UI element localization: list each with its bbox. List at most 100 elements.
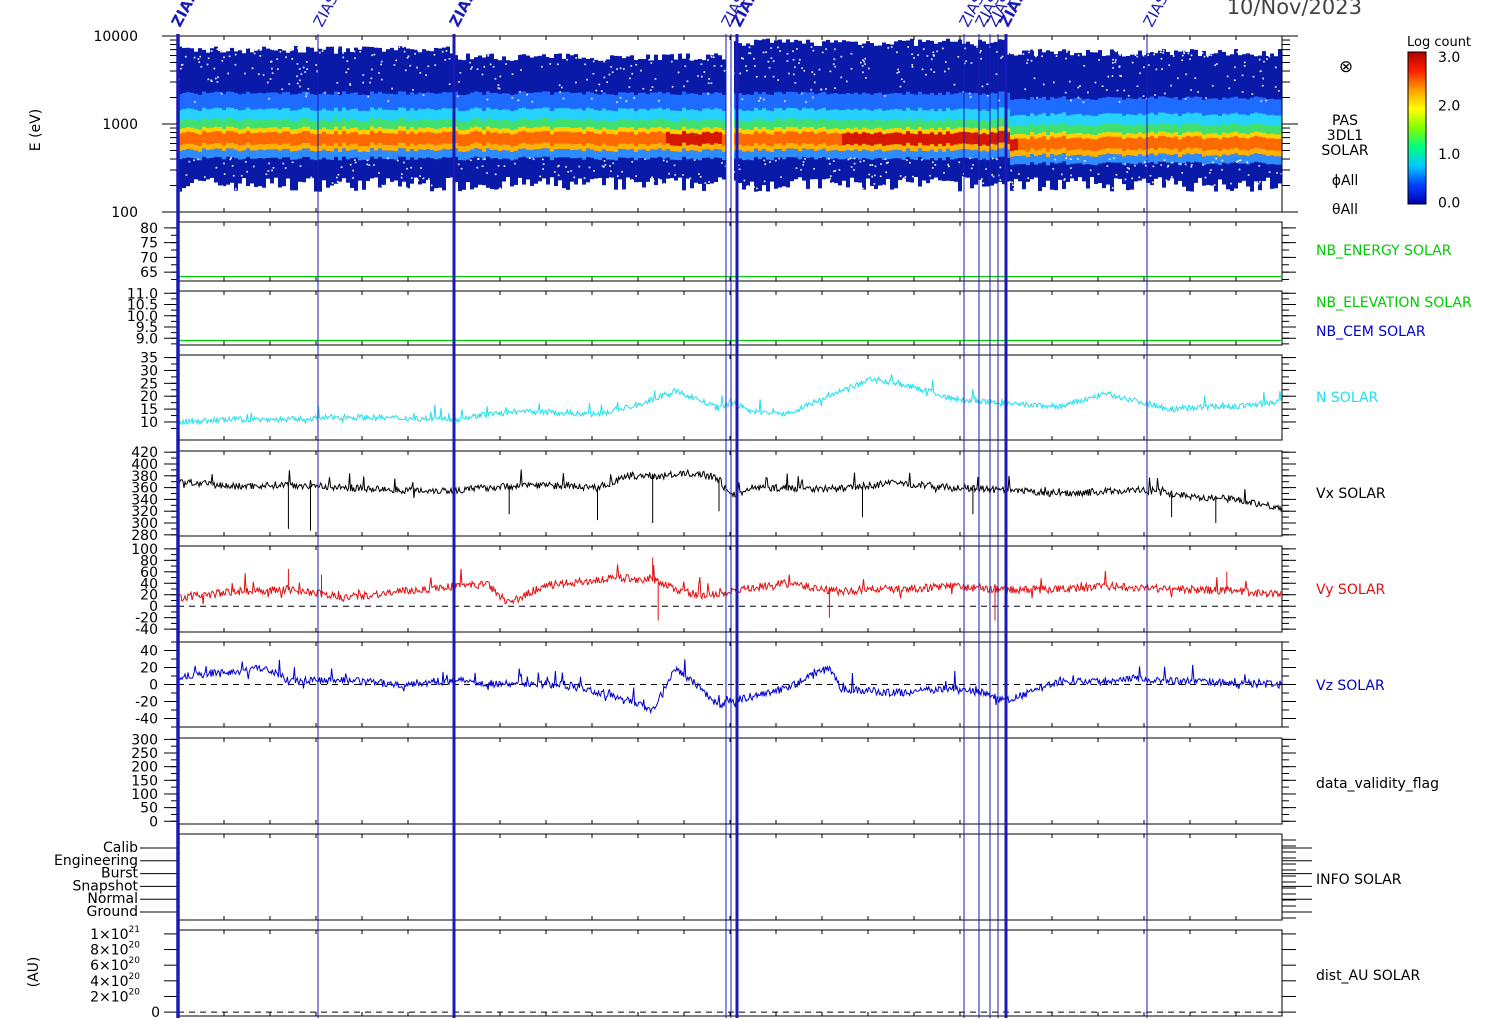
spectrogram-band bbox=[1206, 155, 1210, 165]
spectrogram-band bbox=[210, 108, 214, 121]
spectrogram-band bbox=[246, 118, 250, 128]
spectrogram-band bbox=[1022, 155, 1026, 165]
spectrogram-band bbox=[494, 143, 498, 150]
spectrogram-band bbox=[1058, 124, 1062, 134]
spectrogram-band bbox=[198, 121, 202, 131]
spectrogram-band bbox=[606, 145, 610, 152]
spectrogram-speckle bbox=[1147, 64, 1150, 66]
spectrogram-band bbox=[718, 108, 722, 121]
spectrogram-speckle bbox=[1181, 54, 1184, 57]
spectrogram-band bbox=[322, 108, 326, 121]
spectrogram-band bbox=[762, 118, 766, 128]
spectrogram-band bbox=[1274, 138, 1278, 151]
spectrogram-band bbox=[666, 131, 670, 144]
spectrogram-band bbox=[1226, 137, 1230, 150]
spectrogram-band bbox=[346, 133, 350, 146]
spectrogram-band bbox=[802, 107, 806, 120]
spectrogram-speckle bbox=[486, 98, 489, 101]
spectrogram-band bbox=[1014, 150, 1018, 157]
spectrogram-band bbox=[290, 121, 294, 131]
spectrogram-band bbox=[422, 150, 426, 159]
spectrogram-band bbox=[1022, 138, 1026, 150]
spectrogram-speckle bbox=[497, 84, 500, 86]
spectrogram-band bbox=[1202, 115, 1206, 128]
spectrogram-speckle bbox=[995, 73, 998, 75]
spectrogram-band bbox=[742, 110, 746, 123]
spectrogram-band bbox=[1102, 136, 1106, 149]
spectrogram-band bbox=[702, 127, 706, 133]
spectrogram-speckle bbox=[684, 65, 687, 67]
spectrogram-band bbox=[494, 108, 498, 121]
spectrogram-speckle bbox=[184, 55, 187, 58]
spectrogram-band bbox=[718, 132, 722, 144]
spectrogram-band bbox=[690, 128, 694, 134]
spectrogram-band bbox=[562, 143, 566, 150]
spectrogram-band bbox=[918, 131, 922, 143]
spectrogram-speckle bbox=[753, 186, 755, 188]
spectrogram-speckle bbox=[873, 174, 876, 177]
spectrogram-band bbox=[922, 120, 926, 131]
spectrogram-band bbox=[350, 149, 354, 159]
spectrogram-band bbox=[478, 149, 482, 158]
spectrogram-band bbox=[674, 134, 678, 146]
spectrogram-band bbox=[750, 151, 754, 161]
spectrogram-band bbox=[1178, 151, 1182, 158]
spectrogram-band bbox=[842, 110, 846, 122]
spectrogram-speckle bbox=[476, 166, 479, 169]
spectrogram-band bbox=[194, 120, 198, 130]
spectrogram-speckle bbox=[677, 71, 680, 74]
spectrogram-speckle bbox=[957, 55, 960, 58]
spectrogram-speckle bbox=[371, 68, 373, 71]
spectrogram-band bbox=[1054, 133, 1058, 139]
spectrogram-speckle bbox=[1030, 59, 1033, 62]
spectrogram-band bbox=[770, 152, 774, 161]
spectrogram-band bbox=[398, 148, 402, 157]
spectrogram-angle-label: ϕAll bbox=[1332, 173, 1359, 189]
spectrogram-band bbox=[198, 146, 202, 152]
spectrogram-speckle bbox=[756, 187, 758, 190]
spectrogram-band bbox=[1270, 155, 1274, 165]
spectrogram-speckle bbox=[483, 55, 485, 58]
spectrogram-band bbox=[446, 108, 450, 121]
spectrogram-speckle bbox=[972, 164, 974, 166]
spectrogram-speckle bbox=[489, 63, 492, 66]
spectrogram-speckle bbox=[469, 61, 471, 64]
spectrogram-band bbox=[886, 120, 890, 130]
spectrogram-speckle bbox=[794, 82, 797, 84]
spectrogram-speckle bbox=[707, 59, 709, 61]
spectrogram-speckle bbox=[1212, 161, 1214, 164]
spectrogram-band bbox=[258, 108, 262, 121]
spectrogram-band bbox=[1110, 148, 1114, 155]
spectrogram-band bbox=[402, 148, 406, 157]
spectrogram-band bbox=[382, 120, 386, 130]
spectrogram-band bbox=[374, 128, 378, 134]
spectrogram-band bbox=[878, 143, 882, 150]
spectrogram-band bbox=[878, 119, 882, 129]
spectrogram-speckle bbox=[797, 184, 800, 186]
spectrogram-band bbox=[1278, 138, 1282, 151]
spectrogram-band bbox=[266, 127, 270, 133]
spectrogram-band bbox=[550, 151, 554, 161]
spectrogram-speckle bbox=[683, 85, 685, 88]
spectrogram-speckle bbox=[336, 176, 338, 179]
spectrogram-band bbox=[266, 119, 270, 129]
spectrogram-band bbox=[418, 108, 422, 121]
spectrogram-band bbox=[198, 129, 202, 136]
spectrogram-band bbox=[710, 128, 714, 134]
spectrogram-speckle bbox=[1035, 55, 1037, 58]
spectrogram-band bbox=[1238, 124, 1242, 135]
spectrogram-band bbox=[1054, 137, 1058, 150]
spectrogram-band bbox=[706, 108, 710, 121]
spectrogram-band bbox=[826, 133, 830, 146]
spectrogram-band bbox=[810, 131, 814, 144]
spectrogram-band bbox=[934, 121, 938, 131]
spectrogram-band bbox=[518, 118, 522, 129]
spectrogram-band bbox=[746, 151, 750, 160]
spectrogram-band bbox=[214, 148, 218, 157]
spectrogram-speckle bbox=[913, 191, 916, 194]
spectrogram-band bbox=[342, 142, 346, 149]
spectrogram-band bbox=[1046, 156, 1050, 166]
spectrogram-speckle bbox=[747, 185, 749, 187]
dist-tick-mantissa: 4×10 bbox=[90, 974, 128, 990]
spectrogram-band bbox=[342, 148, 346, 157]
